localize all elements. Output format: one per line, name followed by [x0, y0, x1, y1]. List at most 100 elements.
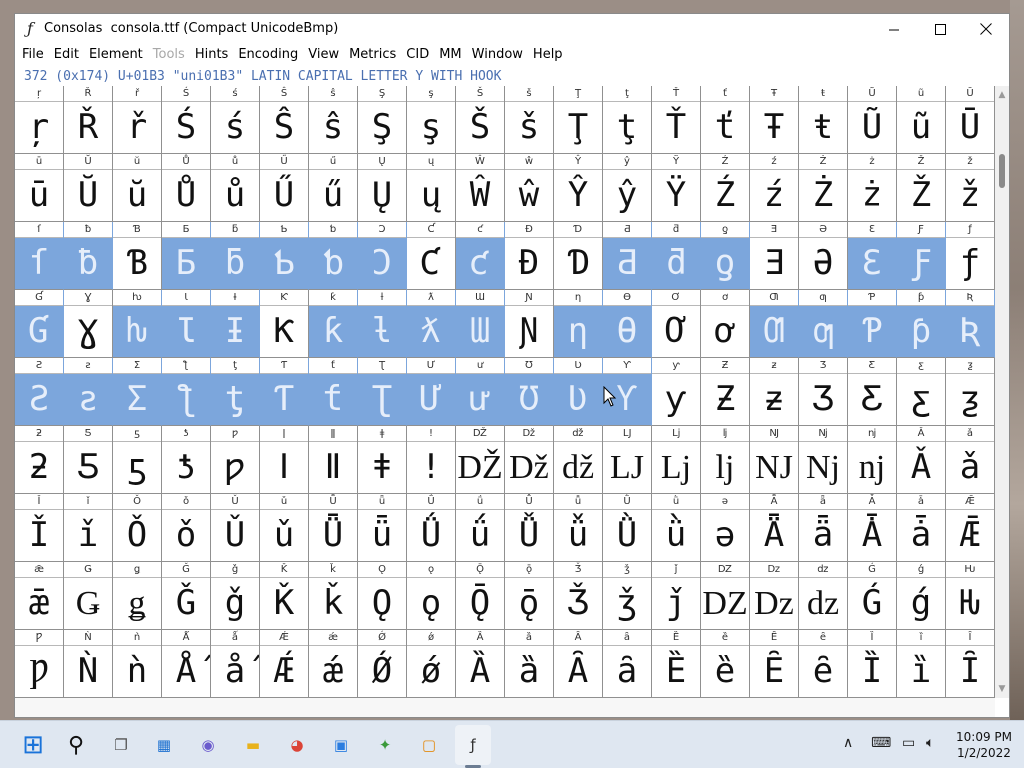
glyph-cell[interactable]: ƢƢ: [750, 290, 799, 358]
glyph-cell[interactable]: ƃƃ: [211, 222, 260, 290]
glyph-cell[interactable]: ǓǓ: [211, 494, 260, 562]
glyph-cell[interactable]: ǖǖ: [358, 494, 407, 562]
glyph-cell[interactable]: źź: [750, 154, 799, 222]
glyph-cell[interactable]: ƷƷ: [799, 358, 848, 426]
glyph-cell[interactable]: ƶƶ: [750, 358, 799, 426]
menu-edit[interactable]: Edit: [49, 44, 84, 66]
glyph-cell[interactable]: ŴŴ: [456, 154, 505, 222]
glyph-cell[interactable]: ǦǦ: [162, 562, 211, 630]
glyph-cell[interactable]: ƚƚ: [358, 290, 407, 358]
glyph-cell[interactable]: ǝǝ: [701, 494, 750, 562]
glyph-cell[interactable]: ǃǃ: [407, 426, 456, 494]
menu-encoding[interactable]: Encoding: [233, 44, 303, 66]
glyph-cell[interactable]: ǡǡ: [897, 494, 946, 562]
glyph-cell[interactable]: żż: [848, 154, 897, 222]
glyph-cell[interactable]: ƯƯ: [407, 358, 456, 426]
glyph-cell[interactable]: ŶŶ: [554, 154, 603, 222]
glyph-cell[interactable]: ƖƖ: [162, 290, 211, 358]
glyph-cell[interactable]: ǣǣ: [15, 562, 64, 630]
glyph-cell[interactable]: ƀƀ: [64, 222, 113, 290]
glyph-cell[interactable]: ǐǐ: [64, 494, 113, 562]
glyph-cell[interactable]: ƏƏ: [799, 222, 848, 290]
glyph-cell[interactable]: ƍƍ: [701, 222, 750, 290]
glyph-cell[interactable]: ƒƒ: [946, 222, 995, 290]
glyph-cell[interactable]: ǯǯ: [603, 562, 652, 630]
glyph-cell[interactable]: ǄǄ: [456, 426, 505, 494]
clock[interactable]: 10:09 PM 1/2/2022: [950, 729, 1018, 761]
glyph-cell[interactable]: ƫƫ: [211, 358, 260, 426]
maximize-button[interactable]: [917, 14, 963, 44]
glyph-cell[interactable]: ƾƾ: [162, 426, 211, 494]
glyph-cell[interactable]: ŪŪ: [946, 86, 995, 154]
close-button[interactable]: [963, 14, 1009, 44]
glyph-cell[interactable]: ǂǂ: [358, 426, 407, 494]
glyph-cell[interactable]: ƹƹ: [897, 358, 946, 426]
glyph-cell[interactable]: ƌƌ: [652, 222, 701, 290]
glyph-cell[interactable]: ǚǚ: [554, 494, 603, 562]
glyph-cell[interactable]: ȈȈ: [848, 630, 897, 698]
glyph-cell[interactable]: ǵǵ: [897, 562, 946, 630]
glyph-cell[interactable]: ȅȅ: [701, 630, 750, 698]
glyph-cell[interactable]: ŰŰ: [260, 154, 309, 222]
network-icon[interactable]: ▭: [902, 735, 915, 751]
menu-mm[interactable]: MM: [434, 44, 466, 66]
glyph-cell[interactable]: ƅƅ: [309, 222, 358, 290]
glyph-cell[interactable]: ǟǟ: [799, 494, 848, 562]
scroll-down-icon[interactable]: ▼: [995, 682, 1009, 696]
glyph-cell[interactable]: ǴǴ: [848, 562, 897, 630]
menu-hints[interactable]: Hints: [190, 44, 234, 66]
menu-window[interactable]: Window: [467, 44, 528, 66]
glyph-cell[interactable]: ơơ: [701, 290, 750, 358]
glyph-cell[interactable]: ǰǰ: [652, 562, 701, 630]
glyph-cell[interactable]: ƗƗ: [211, 290, 260, 358]
glyph-cell[interactable]: ſſ: [15, 222, 64, 290]
glyph-cell[interactable]: ũũ: [897, 86, 946, 154]
glyph-cell[interactable]: ǙǙ: [505, 494, 554, 562]
keyboard-icon[interactable]: ⌨: [871, 735, 891, 751]
glyph-cell[interactable]: ǢǢ: [946, 494, 995, 562]
glyph-cell[interactable]: ǀǀ: [260, 426, 309, 494]
glyph-cell[interactable]: ƴƴ: [652, 358, 701, 426]
glyph-cell[interactable]: şş: [407, 86, 456, 154]
task-view-icon[interactable]: ❐: [106, 730, 136, 760]
glyph-cell[interactable]: ǼǼ: [260, 630, 309, 698]
glyph-cell[interactable]: ƞƞ: [554, 290, 603, 358]
fontforge-icon[interactable]: ƒ: [458, 730, 488, 760]
glyph-cell[interactable]: ƝƝ: [505, 290, 554, 358]
glyph-cell[interactable]: ƟƟ: [603, 290, 652, 358]
glyph-cell[interactable]: ƦƦ: [946, 290, 995, 358]
glyph-cell[interactable]: ƕƕ: [113, 290, 162, 358]
app-icon-green[interactable]: ✦: [370, 730, 400, 760]
glyph-cell[interactable]: ȉȉ: [897, 630, 946, 698]
glyph-cell[interactable]: ǘǘ: [456, 494, 505, 562]
glyph-cell[interactable]: ǔǔ: [260, 494, 309, 562]
glyph-cell[interactable]: ǤǤ: [64, 562, 113, 630]
glyph-cell[interactable]: ƻƻ: [15, 426, 64, 494]
glyph-cell[interactable]: ǑǑ: [113, 494, 162, 562]
glyph-cell[interactable]: ǗǗ: [407, 494, 456, 562]
glyph-cell[interactable]: ȃȃ: [603, 630, 652, 698]
glyph-cell[interactable]: ƮƮ: [358, 358, 407, 426]
glyph-cell[interactable]: ǞǞ: [750, 494, 799, 562]
glyph-cell[interactable]: ƿƿ: [211, 426, 260, 494]
glyph-cell[interactable]: ǩǩ: [309, 562, 358, 630]
glyph-cell[interactable]: ǫǫ: [407, 562, 456, 630]
glyph-cell[interactable]: ŻŻ: [799, 154, 848, 222]
glyph-cell[interactable]: ƵƵ: [701, 358, 750, 426]
glyph-cell[interactable]: ǋǋ: [799, 426, 848, 494]
glyph-cell[interactable]: ŭŭ: [113, 154, 162, 222]
glyph-cell[interactable]: ȁȁ: [505, 630, 554, 698]
glyph-cell[interactable]: ǬǬ: [456, 562, 505, 630]
glyph-cell[interactable]: ƔƔ: [64, 290, 113, 358]
glyph-cell[interactable]: řř: [113, 86, 162, 154]
glyph-cell[interactable]: ǕǕ: [309, 494, 358, 562]
glyph-cell[interactable]: ŹŹ: [701, 154, 750, 222]
glyph-cell[interactable]: ƸƸ: [848, 358, 897, 426]
glyph-cell[interactable]: ƊƊ: [554, 222, 603, 290]
glyph-cell[interactable]: ưư: [456, 358, 505, 426]
glyph-cell[interactable]: ǲǲ: [750, 562, 799, 630]
glyph-cell[interactable]: ƐƐ: [848, 222, 897, 290]
glyph-cell[interactable]: ŢŢ: [554, 86, 603, 154]
glyph-cell[interactable]: ŨŨ: [848, 86, 897, 154]
glyph-cell[interactable]: ǏǏ: [15, 494, 64, 562]
